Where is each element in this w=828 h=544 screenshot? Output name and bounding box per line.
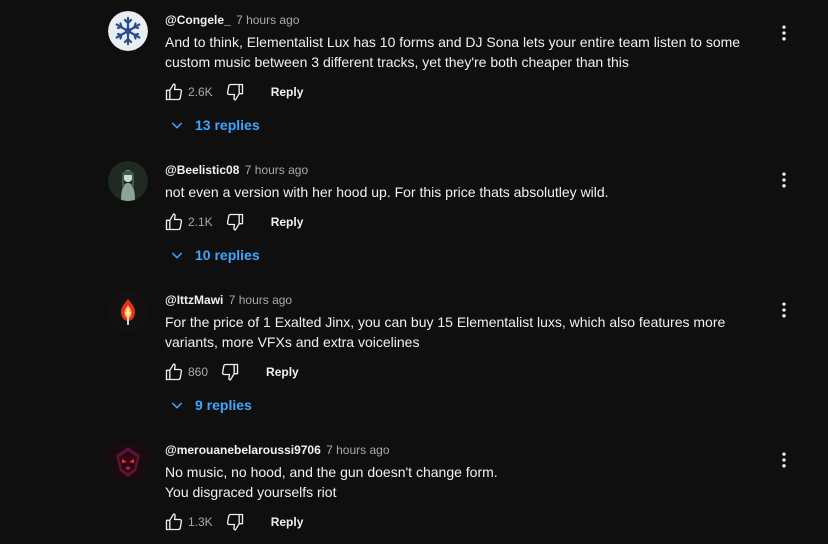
- reply-button[interactable]: Reply: [263, 509, 312, 535]
- comment-header: @IttzMawi 7 hours ago: [165, 292, 292, 308]
- like-button[interactable]: [160, 208, 188, 236]
- avatar[interactable]: [108, 441, 148, 481]
- like-count: 2.6K: [188, 85, 213, 99]
- comment-actions: 860 Reply: [160, 358, 307, 386]
- comment-text: And to think, Elementalist Lux has 10 fo…: [165, 32, 765, 72]
- comment-line: variants, more VFXs and extra voicelines: [165, 334, 420, 350]
- comment-text: For the price of 1 Exalted Jinx, you can…: [165, 312, 765, 352]
- author-name[interactable]: @merouanebelaroussi9706: [165, 443, 321, 457]
- thumbs-up-icon: [165, 83, 183, 101]
- replies-count: 9 replies: [195, 397, 252, 413]
- comment-line: No music, no hood, and the gun doesn't c…: [165, 464, 498, 480]
- comment-text: not even a version with her hood up. For…: [165, 182, 765, 202]
- reply-button[interactable]: Reply: [258, 359, 307, 385]
- author-name[interactable]: @Beelistic08: [165, 163, 239, 177]
- thumbs-up-icon: [165, 513, 183, 531]
- thumbs-down-icon: [226, 513, 243, 531]
- thumbs-down-icon: [226, 83, 243, 101]
- like-button[interactable]: [160, 358, 188, 386]
- more-vert-icon: [782, 452, 786, 468]
- view-replies-button[interactable]: 9 replies: [165, 390, 252, 420]
- thumbs-up-icon: [165, 213, 183, 231]
- reply-button[interactable]: Reply: [263, 209, 312, 235]
- dislike-button[interactable]: [221, 78, 249, 106]
- dislike-button[interactable]: [216, 358, 244, 386]
- dislike-button[interactable]: [221, 508, 249, 536]
- comment-menu-button[interactable]: [770, 446, 798, 474]
- timestamp[interactable]: 7 hours ago: [229, 293, 292, 307]
- chevron-down-icon: [165, 113, 189, 137]
- view-replies-button[interactable]: 10 replies: [165, 240, 260, 270]
- comment-line: custom music between 3 different tracks,…: [165, 54, 629, 70]
- author-name[interactable]: @Congele_: [165, 13, 231, 27]
- comment-actions: 2.6K Reply: [160, 78, 311, 106]
- dislike-button[interactable]: [221, 208, 249, 236]
- timestamp[interactable]: 7 hours ago: [236, 13, 299, 27]
- thumbs-up-icon: [165, 363, 183, 381]
- like-button[interactable]: [160, 508, 188, 536]
- reply-button[interactable]: Reply: [263, 79, 312, 105]
- comment-menu-button[interactable]: [770, 166, 798, 194]
- avatar[interactable]: [108, 291, 148, 331]
- replies-count: 10 replies: [195, 247, 260, 263]
- comment-text: No music, no hood, and the gun doesn't c…: [165, 462, 765, 502]
- comment-line: not even a version with her hood up. For…: [165, 184, 609, 200]
- comment-line: And to think, Elementalist Lux has 10 fo…: [165, 34, 741, 50]
- view-replies-button[interactable]: 13 replies: [165, 110, 260, 140]
- more-vert-icon: [782, 302, 786, 318]
- like-count: 1.3K: [188, 515, 213, 529]
- comment-header: @Congele_ 7 hours ago: [165, 12, 299, 28]
- thumbs-down-icon: [226, 213, 243, 231]
- comment-menu-button[interactable]: [770, 19, 798, 47]
- comment-actions: 1.3K Reply: [160, 508, 311, 536]
- more-vert-icon: [782, 25, 786, 41]
- author-name[interactable]: @IttzMawi: [165, 293, 223, 307]
- avatar[interactable]: [108, 161, 148, 201]
- like-button[interactable]: [160, 78, 188, 106]
- chevron-down-icon: [165, 243, 189, 267]
- comment-header: @Beelistic08 7 hours ago: [165, 162, 308, 178]
- timestamp[interactable]: 7 hours ago: [245, 163, 308, 177]
- chevron-down-icon: [165, 393, 189, 417]
- replies-count: 13 replies: [195, 117, 260, 133]
- avatar[interactable]: [108, 11, 148, 51]
- timestamp[interactable]: 7 hours ago: [326, 443, 389, 457]
- comment-line: You disgraced yourselfs riot: [165, 484, 337, 500]
- comment-actions: 2.1K Reply: [160, 208, 311, 236]
- comment-menu-button[interactable]: [770, 296, 798, 324]
- comment-header: @merouanebelaroussi9706 7 hours ago: [165, 442, 390, 458]
- comment-line: For the price of 1 Exalted Jinx, you can…: [165, 314, 726, 330]
- like-count: 860: [188, 365, 209, 379]
- like-count: 2.1K: [188, 215, 213, 229]
- thumbs-down-icon: [221, 363, 239, 381]
- more-vert-icon: [782, 172, 786, 188]
